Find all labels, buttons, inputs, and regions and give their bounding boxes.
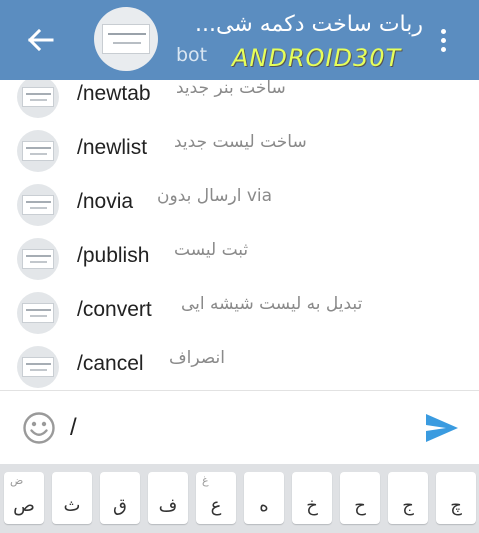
key[interactable]: غع [196,472,236,524]
command-description: ساخت بنر جدید [176,80,286,98]
command-description: ثبت لیست [174,240,249,260]
command-name: /publish [77,244,150,267]
more-menu-button[interactable] [432,22,454,58]
key[interactable]: ث [52,472,92,524]
back-button[interactable] [22,22,58,58]
chat-header: ربات ساخت دکمه شی... bot ANDROID30T [0,0,479,80]
command-description: انصراف [169,348,225,368]
command-suggestions: /newtab ساخت بنر جدید /newlist ساخت لیست… [0,80,479,390]
avatar [17,130,59,172]
avatar [17,80,59,118]
command-item[interactable]: /convert تبدیل به لیست شیشه ایی [0,286,479,340]
avatar [17,346,59,388]
avatar-image [102,24,150,54]
command-name: /newtab [77,82,151,105]
key[interactable]: ق [100,472,140,524]
key[interactable]: ج [388,472,428,524]
avatar [17,238,59,280]
command-description: تبدیل به لیست شیشه ایی [181,294,363,314]
command-name: /novia [77,190,134,213]
chat-title[interactable]: ربات ساخت دکمه شی... [163,12,423,46]
command-item[interactable]: /publish ثبت لیست [0,232,479,286]
command-item[interactable]: /cancel انصراف [0,340,479,390]
key[interactable]: ضص [4,472,44,524]
avatar [17,292,59,334]
send-icon [426,414,458,442]
command-item[interactable]: /newtab ساخت بنر جدید [0,80,479,124]
smiley-icon [23,412,55,444]
command-name: /convert [77,298,152,321]
key[interactable]: ه [244,472,284,524]
key[interactable]: ح [340,472,380,524]
command-item[interactable]: /newlist ساخت لیست جدید [0,124,479,178]
key[interactable]: چ [436,472,476,524]
command-description: ساخت لیست جدید [174,132,307,152]
emoji-button[interactable] [22,411,56,445]
message-input[interactable] [70,409,400,447]
key[interactable]: ف [148,472,188,524]
send-button[interactable] [424,411,460,445]
avatar [17,184,59,226]
key[interactable]: خ [292,472,332,524]
soft-keyboard: ضص ث ق ف غع ه خ ح ج چ [0,464,479,533]
message-input-bar [0,391,479,464]
command-description: ارسال بدون via [157,186,273,206]
chat-subtitle: bot [176,44,208,66]
more-vertical-icon [440,28,446,34]
bot-avatar[interactable] [94,7,158,71]
watermark-logo: ANDROID30T [232,44,402,72]
arrow-left-icon [27,28,54,52]
command-name: /newlist [77,136,148,159]
command-name: /cancel [77,352,144,375]
command-item[interactable]: /novia ارسال بدون via [0,178,479,232]
